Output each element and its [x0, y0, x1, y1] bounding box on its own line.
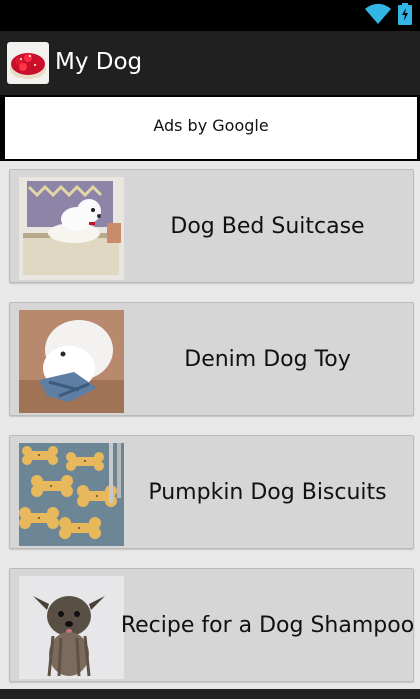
list-item[interactable]: Pumpkin Dog Biscuits: [9, 435, 414, 549]
bottom-edge: [0, 689, 420, 699]
ad-banner-text: Ads by Google: [153, 116, 269, 135]
item-list[interactable]: Dog Bed Suitcase Denim Dog Toy Pumpkin D…: [0, 161, 420, 699]
item-label: Recipe for a Dog Shampoo: [120, 612, 415, 638]
list-item[interactable]: Recipe for a Dog Shampoo: [9, 568, 414, 682]
dog-in-suitcase-image: [19, 177, 124, 280]
wifi-icon: [365, 3, 391, 24]
bone-shaped-biscuits-image: [19, 443, 124, 546]
list-item[interactable]: Dog Bed Suitcase: [9, 169, 414, 283]
strawberry-cake-icon[interactable]: [7, 42, 49, 84]
list-item[interactable]: Denim Dog Toy: [9, 302, 414, 416]
white-dog-with-denim-toy-image: [19, 310, 124, 413]
action-bar: My Dog: [0, 31, 420, 95]
item-label: Pumpkin Dog Biscuits: [148, 479, 387, 505]
app-title: My Dog: [55, 49, 143, 75]
wet-small-dog-image: [19, 576, 124, 679]
item-label: Dog Bed Suitcase: [170, 213, 365, 239]
item-label: Denim Dog Toy: [184, 346, 351, 372]
status-bar: [0, 0, 420, 31]
battery-icon: [398, 3, 412, 25]
ad-banner[interactable]: Ads by Google: [3, 95, 419, 161]
